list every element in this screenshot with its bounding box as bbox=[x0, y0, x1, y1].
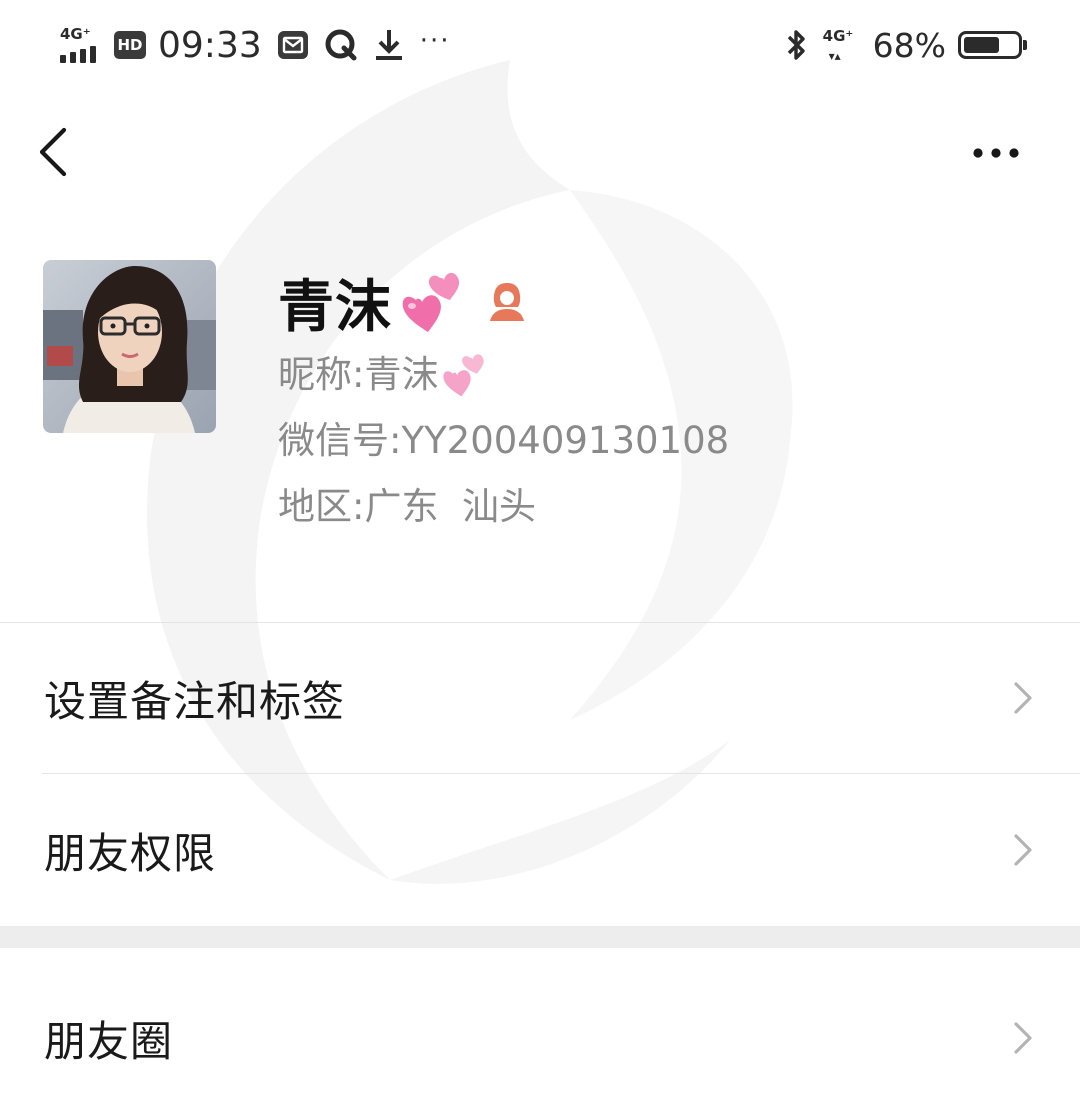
nickname-label: 昵称: bbox=[278, 353, 365, 396]
battery-percent: 68% bbox=[872, 25, 946, 65]
chevron-right-icon bbox=[1014, 1022, 1032, 1054]
chevron-right-icon bbox=[1014, 682, 1032, 714]
mobile-data-icon: 4G⁺ ▾▴ bbox=[822, 27, 854, 63]
wechat-id-label: 微信号: bbox=[278, 419, 402, 462]
more-horizontal-icon[interactable] bbox=[966, 130, 1036, 174]
chevron-right-icon bbox=[1014, 834, 1032, 866]
display-name: 青沫 bbox=[278, 274, 392, 340]
section-gap bbox=[0, 926, 1080, 948]
region-value: 广东 汕头 bbox=[364, 485, 536, 528]
region-label: 地区: bbox=[278, 485, 365, 528]
chevron-left-icon[interactable] bbox=[30, 120, 90, 184]
menu-item-friend-permissions[interactable]: 朋友权限 bbox=[0, 775, 1080, 925]
name-row: 青沫 bbox=[278, 262, 729, 342]
two-hearts-emoji-icon bbox=[402, 272, 460, 332]
profile-info: 青沫 昵称: 青沫 微信号: YY200409130108 地区: 广东 汕头 bbox=[278, 262, 729, 540]
menu-section-1: 设置备注和标签 bbox=[0, 623, 1080, 773]
battery-fill bbox=[964, 37, 999, 53]
menu-item-remarks-tags[interactable]: 设置备注和标签 bbox=[0, 623, 1080, 773]
bluetooth-icon bbox=[787, 30, 805, 60]
menu-item-label: 朋友权限 bbox=[44, 828, 217, 878]
more-dots-icon: ··· bbox=[419, 26, 451, 56]
menu-item-label: 设置备注和标签 bbox=[44, 676, 346, 726]
nickname-line: 昵称: 青沫 bbox=[278, 342, 729, 408]
mail-icon bbox=[276, 28, 310, 62]
download-icon bbox=[372, 28, 406, 62]
nickname-value: 青沫 bbox=[364, 353, 439, 396]
two-hearts-emoji-icon bbox=[443, 354, 485, 397]
battery-icon bbox=[958, 31, 1027, 59]
hd-icon: HD bbox=[114, 31, 146, 59]
menu-item-moments[interactable]: 朋友圈 bbox=[0, 963, 1080, 1113]
menu-section-1b: 朋友权限 bbox=[0, 775, 1080, 925]
q-app-icon bbox=[324, 28, 358, 62]
region-line: 地区: 广东 汕头 bbox=[278, 474, 729, 540]
female-icon bbox=[490, 283, 524, 321]
menu-section-2: 朋友圈 bbox=[0, 963, 1080, 1113]
divider bbox=[42, 773, 1080, 774]
network-type-label-right: 4G⁺ bbox=[822, 27, 854, 45]
wechat-id-line: 微信号: YY200409130108 bbox=[278, 408, 729, 474]
menu-item-label: 朋友圈 bbox=[44, 1016, 174, 1066]
wechat-id-value: YY200409130108 bbox=[401, 419, 730, 462]
status-bar: 4G⁺ HD 09:33 ··· 4G⁺ ▾▴ 68% bbox=[0, 0, 1080, 90]
status-time: 09:33 bbox=[158, 24, 262, 66]
avatar[interactable] bbox=[43, 260, 216, 433]
signal-icon: 4G⁺ bbox=[58, 25, 104, 65]
network-type-label: 4G⁺ bbox=[60, 25, 91, 43]
